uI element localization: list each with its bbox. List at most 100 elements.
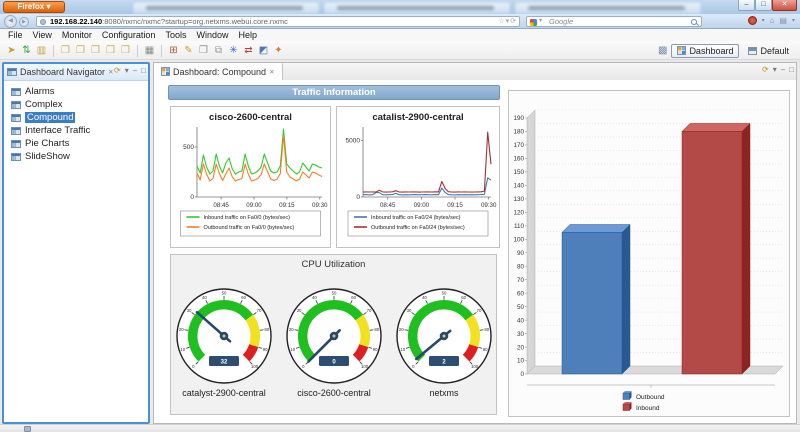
- window-controls: – □ ✕: [738, 0, 797, 11]
- home-icon[interactable]: ⌂: [770, 16, 775, 25]
- monitor-status-icon[interactable]: [24, 426, 31, 432]
- sidebar-item-complex[interactable]: Complex: [4, 98, 148, 111]
- view-tab-bar: Dashboard Navigator ✕ ⟳ ▾ – □: [4, 64, 148, 81]
- adblock-icon[interactable]: [747, 16, 757, 25]
- new-object-icon[interactable]: ✳: [227, 44, 240, 58]
- browser-tab[interactable]: [132, 1, 320, 14]
- svg-text:0: 0: [520, 371, 524, 378]
- maximize-view-icon[interactable]: □: [789, 65, 794, 74]
- perspective-label: Dashboard: [689, 45, 734, 56]
- browser-tab[interactable]: [514, 1, 702, 14]
- toolbar: ➤ ⇅ ▥ ❒ ❒ ❒ ❒ ❒ ▦ ⊞ ✎ ❐ ⧉ ✳ ⇄ ◩ ✦ ▩ Dashboard Default: [0, 41, 800, 60]
- menu-configuration[interactable]: Configuration: [97, 30, 161, 40]
- back-button[interactable]: ◀: [4, 15, 17, 28]
- tools-icon[interactable]: ✦: [272, 44, 285, 58]
- firefox-menu-button[interactable]: Firefox ▾: [3, 1, 65, 13]
- svg-text:100: 100: [513, 236, 524, 243]
- svg-text:150: 150: [513, 169, 524, 176]
- close-icon[interactable]: ✕: [269, 68, 274, 76]
- svg-text:110: 110: [514, 223, 525, 230]
- minimize-view-icon[interactable]: –: [133, 66, 137, 75]
- tab-dashboard-navigator[interactable]: Dashboard Navigator ✕: [7, 67, 114, 77]
- sidebar-item-interface-traffic[interactable]: Interface Traffic: [4, 124, 148, 137]
- dashboard-icon: [11, 100, 21, 109]
- svg-text:50: 50: [222, 290, 227, 295]
- table-grid-icon[interactable]: ⊞: [167, 44, 180, 58]
- view-menu-icon[interactable]: ▾: [125, 66, 129, 75]
- search-engine-dropdown-icon[interactable]: ▾: [539, 17, 542, 26]
- svg-text:80: 80: [484, 327, 489, 332]
- adblock-dropdown-icon[interactable]: ▾: [762, 17, 765, 24]
- menu-help[interactable]: Help: [233, 30, 262, 40]
- bookmarks-icon[interactable]: ▤: [779, 16, 787, 25]
- open-folder-icon[interactable]: ▥: [35, 44, 48, 58]
- svg-text:09:30: 09:30: [312, 202, 328, 209]
- menu-file[interactable]: File: [3, 30, 28, 40]
- refresh-icon[interactable]: ⟳: [762, 65, 769, 74]
- report-icon-4[interactable]: ❒: [104, 44, 117, 58]
- menu-view[interactable]: View: [28, 30, 57, 40]
- svg-text:40: 40: [202, 295, 207, 300]
- search-icon[interactable]: [690, 18, 697, 25]
- open-perspective-icon[interactable]: ▩: [658, 45, 667, 56]
- svg-text:40: 40: [312, 295, 317, 300]
- svg-text:20: 20: [517, 344, 525, 351]
- perspective-button-default[interactable]: Default: [742, 44, 795, 58]
- forward-button[interactable]: ▶: [19, 17, 29, 27]
- refresh-icon[interactable]: ⟳: [114, 66, 121, 75]
- sidebar-item-alarms[interactable]: Alarms: [4, 85, 148, 98]
- svg-text:Outbound traffic on Fa0/24 (by: Outbound traffic on Fa0/24 (bytes/sec): [371, 225, 465, 231]
- menu-monitor[interactable]: Monitor: [57, 30, 97, 40]
- select-pointer-icon[interactable]: ➤: [5, 44, 18, 58]
- relations-icon[interactable]: ⇄: [242, 44, 255, 58]
- edit-icon[interactable]: ✎: [182, 44, 195, 58]
- browser-tab[interactable]: [323, 1, 511, 14]
- window-minimize-button[interactable]: –: [738, 0, 755, 11]
- sidebar-item-compound[interactable]: Compound: [4, 111, 148, 124]
- traffic-chart-panel-catalist: catalist-2900-central 5000 0 08:45 09:00 09:1…: [336, 106, 500, 248]
- sort-updown-icon[interactable]: ⇅: [20, 44, 33, 58]
- report-icon-2[interactable]: ❒: [74, 44, 87, 58]
- window-maximize-button[interactable]: □: [755, 0, 772, 11]
- svg-text:50: 50: [332, 290, 337, 295]
- svg-text:80: 80: [374, 327, 379, 332]
- report-icon-5[interactable]: ❒: [119, 44, 132, 58]
- window-close-button[interactable]: ✕: [772, 0, 797, 11]
- dashboard-navigator-view: Dashboard Navigator ✕ ⟳ ▾ – □ Alarms Comp…: [2, 62, 150, 424]
- status-bar: [0, 424, 800, 432]
- object-browser-icon[interactable]: ▦: [143, 44, 156, 58]
- chart-edit-icon[interactable]: ◩: [257, 44, 270, 58]
- search-input[interactable]: ▾ Google: [526, 16, 702, 27]
- sidebar-item-label: Pie Charts: [25, 138, 70, 149]
- reload-icon[interactable]: ⟳: [510, 18, 517, 25]
- copy-icon[interactable]: ⧉: [212, 44, 225, 58]
- close-icon[interactable]: ✕: [108, 68, 113, 76]
- perspective-button-dashboard[interactable]: Dashboard: [671, 43, 740, 58]
- menu-tools[interactable]: Tools: [160, 30, 191, 40]
- svg-text:60: 60: [351, 295, 356, 300]
- sidebar-item-pie-charts[interactable]: Pie Charts: [4, 137, 148, 150]
- svg-text:Outbound traffic on Fa0/0 (byt: Outbound traffic on Fa0/0 (bytes/sec): [204, 225, 295, 231]
- view-menu-icon[interactable]: ▾: [773, 65, 777, 74]
- minimize-view-icon[interactable]: –: [781, 65, 785, 74]
- sidebar-item-slideshow[interactable]: SlideShow: [4, 150, 148, 163]
- svg-text:170: 170: [513, 142, 524, 149]
- browser-tab-strip[interactable]: [132, 1, 702, 14]
- svg-text:30: 30: [407, 308, 412, 313]
- google-logo-icon[interactable]: [530, 18, 537, 26]
- bookmark-star-icon[interactable]: ☆: [498, 18, 505, 25]
- document-icon[interactable]: ❐: [197, 44, 210, 58]
- bookmarks-dropdown-icon[interactable]: ▾: [792, 17, 795, 24]
- maximize-view-icon[interactable]: □: [141, 66, 146, 75]
- svg-text:180: 180: [513, 129, 524, 136]
- svg-text:60: 60: [241, 295, 246, 300]
- svg-text:70: 70: [517, 277, 525, 284]
- dashboard-editor: Dashboard: Compound ✕ ⟳ ▾ – □ Traffic In…: [153, 62, 797, 424]
- titlebar: Firefox ▾ – □ ✕: [0, 0, 800, 14]
- report-icon-1[interactable]: ❒: [59, 44, 72, 58]
- report-icon-3[interactable]: ❒: [89, 44, 102, 58]
- url-bar[interactable]: 192.168.22.140:8080/nxmc/nxmc?startup=or…: [36, 16, 520, 27]
- menu-window[interactable]: Window: [191, 30, 233, 40]
- tab-dashboard-compound[interactable]: Dashboard: Compound ✕: [154, 63, 283, 80]
- chevron-down-icon: ▾: [46, 2, 51, 11]
